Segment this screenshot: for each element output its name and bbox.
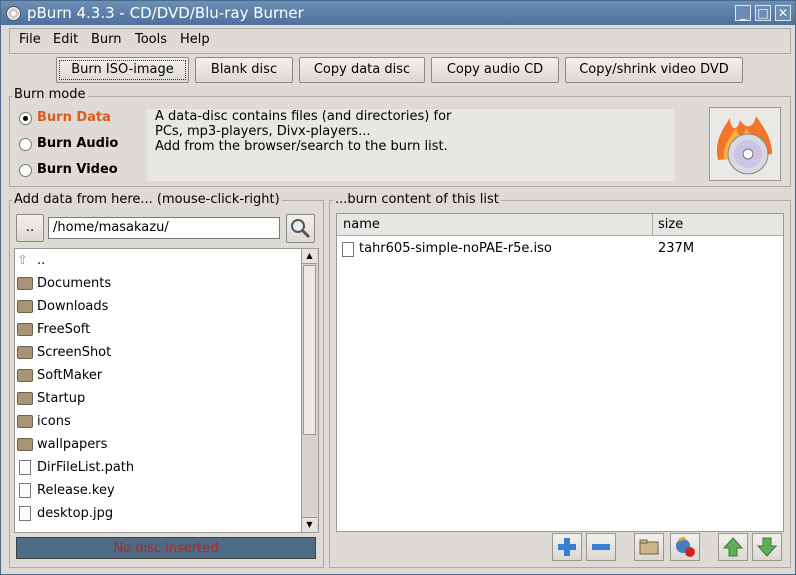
plus-icon [558,538,576,556]
maximize-button[interactable]: □ [755,5,771,21]
burn-audio-label[interactable]: Burn Audio [37,136,118,151]
burn-mode-label: Burn mode [12,87,88,102]
list-item[interactable]: wallpapers [17,436,107,459]
app-disc-icon [6,6,21,21]
clear-icon [676,536,695,557]
browser-scrollbar[interactable]: ▲ ▼ [301,249,318,532]
menu-edit[interactable]: Edit [53,32,78,47]
search-icon [291,219,311,239]
burn-list-label: ...burn content of this list [333,192,501,207]
menu-bar: File Edit Burn Tools Help [9,28,791,54]
column-header-size[interactable]: size [653,214,783,236]
folder-icon [17,392,33,405]
list-item[interactable]: ScreenShot [17,344,111,367]
minus-icon [592,544,610,550]
list-item[interactable]: ⇧.. [17,252,45,275]
file-icon [19,460,31,475]
copy-data-disc-button[interactable]: Copy data disc [299,57,425,83]
column-header-name[interactable]: name [337,214,653,236]
folder-icon [17,300,33,313]
list-item[interactable]: FreeSoft [17,321,90,344]
burning-disc-icon [716,116,772,175]
app-window: pBurn 4.3.3 - CD/DVD/Blu-ray Burner _ □ … [0,0,796,575]
open-folder-button[interactable] [634,533,664,561]
remove-button[interactable] [586,533,616,561]
description-line-3: Add from the browser/search to the burn … [155,139,448,154]
folder-icon [639,539,659,555]
menu-file[interactable]: File [19,32,41,47]
burn-audio-radio[interactable] [19,138,32,151]
burn-data-label[interactable]: Burn Data [37,110,111,125]
close-button[interactable]: ✕ [775,5,791,21]
minimize-button[interactable]: _ [735,5,751,21]
parent-dir-button[interactable]: .. [16,214,44,242]
description-line-1: A data-disc contains files (and director… [155,109,452,124]
disc-status-bar: No disc inserted [16,537,316,559]
blank-disc-button[interactable]: Blank disc [195,57,293,83]
list-item[interactable]: Release.key [17,482,115,505]
arrow-up-icon [722,537,744,557]
arrow-down-icon [756,537,778,557]
folder-icon [17,277,33,290]
folder-icon [17,346,33,359]
file-browser-list[interactable]: ⇧.. Documents Downloads FreeSoft ScreenS… [14,248,319,533]
burn-video-radio[interactable] [19,164,32,177]
scroll-thumb[interactable] [303,265,316,435]
description-line-2: PCs, mp3-players, Divx-players... [155,124,371,139]
burn-video-label[interactable]: Burn Video [37,162,118,177]
table-row[interactable]: tahr605-simple-noPAE-r5e.iso 237M [337,240,783,260]
list-item[interactable]: Downloads [17,298,108,321]
list-item[interactable]: icons [17,413,71,436]
menu-burn[interactable]: Burn [91,32,122,47]
burn-list[interactable]: name size tahr605-simple-noPAE-r5e.iso 2… [336,213,784,532]
row-name: tahr605-simple-noPAE-r5e.iso [359,241,552,256]
scroll-down-arrow-icon[interactable]: ▼ [302,517,317,532]
list-item[interactable]: desktop.jpg [17,505,113,528]
list-item[interactable]: DirFileList.path [17,459,134,482]
menu-tools[interactable]: Tools [135,32,167,47]
file-icon [342,242,354,257]
burn-logo-button[interactable] [709,107,781,181]
scroll-up-arrow-icon[interactable]: ▲ [302,249,317,264]
file-icon [19,483,31,498]
clear-list-button[interactable] [670,533,700,561]
row-size: 237M [658,241,695,256]
file-icon [19,506,31,521]
title-bar[interactable]: pBurn 4.3.3 - CD/DVD/Blu-ray Burner _ □ … [1,1,795,25]
burn-iso-image-button[interactable]: Burn ISO-image [56,57,189,83]
folder-icon [17,369,33,382]
path-input[interactable]: /home/masakazu/ [48,217,280,239]
folder-icon [17,323,33,336]
browser-label: Add data from here... (mouse-click-right… [12,192,282,207]
burn-data-radio[interactable] [19,112,32,125]
list-item[interactable]: SoftMaker [17,367,102,390]
add-button[interactable] [552,533,582,561]
burn-mode-description: A data-disc contains files (and director… [147,109,675,181]
window-title: pBurn 4.3.3 - CD/DVD/Blu-ray Burner [27,4,304,22]
copy-audio-cd-button[interactable]: Copy audio CD [431,57,559,83]
list-item[interactable]: Documents [17,275,111,298]
menu-help[interactable]: Help [180,32,210,47]
move-up-button[interactable] [718,533,748,561]
folder-icon [17,438,33,451]
folder-icon [17,415,33,428]
copy-shrink-video-dvd-button[interactable]: Copy/shrink video DVD [565,57,743,83]
search-button[interactable] [286,214,315,243]
move-down-button[interactable] [752,533,782,561]
list-item[interactable]: Startup [17,390,85,413]
up-arrow-icon: ⇧ [17,253,28,268]
